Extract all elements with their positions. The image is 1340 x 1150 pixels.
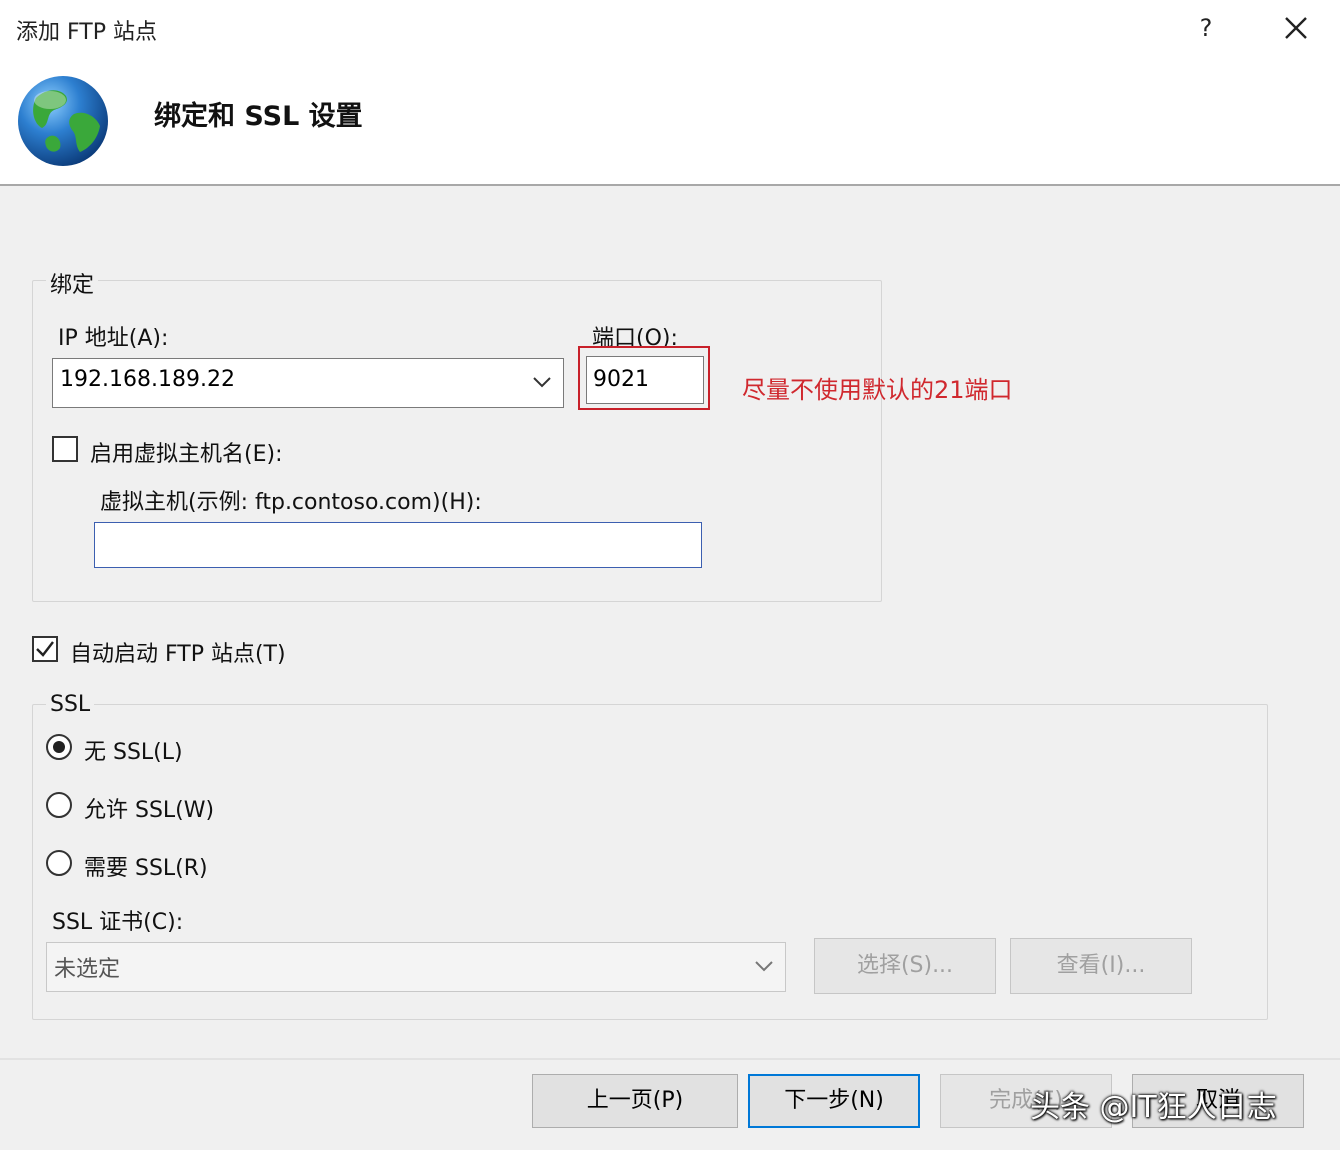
port-value: 9021 xyxy=(593,367,649,392)
checkmark-icon xyxy=(36,641,54,657)
ssl-legend: SSL xyxy=(46,692,95,717)
ssl-cert-label: SSL 证书(C): xyxy=(52,910,184,935)
next-button[interactable]: 下一步(N) xyxy=(748,1074,920,1128)
virtual-host-checkbox[interactable] xyxy=(52,436,78,462)
watermark: 头条 @IT狂人日志 xyxy=(1030,1090,1277,1125)
virtual-host-input[interactable] xyxy=(94,522,702,568)
close-button[interactable] xyxy=(1276,10,1316,46)
port-input[interactable]: 9021 xyxy=(586,356,704,404)
chevron-down-icon xyxy=(755,961,773,972)
prev-button[interactable]: 上一页(P) xyxy=(532,1074,738,1128)
virtual-host-checkbox-label: 启用虚拟主机名(E): xyxy=(90,442,283,467)
ip-address-combo[interactable]: 192.168.189.22 xyxy=(52,358,564,408)
radio-require-ssl[interactable] xyxy=(46,850,72,876)
autostart-checkbox[interactable] xyxy=(32,636,58,662)
autostart-label: 自动启动 FTP 站点(T) xyxy=(70,642,286,667)
radio-no-ssl-label: 无 SSL(L) xyxy=(84,740,183,765)
globe-icon xyxy=(16,74,110,168)
ssl-cert-value: 未选定 xyxy=(54,957,121,982)
virtual-host-label: 虚拟主机(示例: ftp.contoso.com)(H): xyxy=(100,490,482,515)
chevron-down-icon xyxy=(533,377,551,388)
footer-divider xyxy=(0,1058,1340,1060)
view-cert-button[interactable]: 查看(I)... xyxy=(1010,938,1192,994)
select-cert-button[interactable]: 选择(S)... xyxy=(814,938,996,994)
dialog-header xyxy=(0,0,1340,186)
window-title: 添加 FTP 站点 xyxy=(16,20,157,45)
radio-allow-ssl-label: 允许 SSL(W) xyxy=(84,798,215,823)
radio-allow-ssl[interactable] xyxy=(46,792,72,818)
close-icon xyxy=(1285,17,1307,39)
radio-selected-dot xyxy=(53,741,65,753)
ip-address-value: 192.168.189.22 xyxy=(60,367,235,392)
help-button[interactable]: ? xyxy=(1188,10,1224,46)
page-heading: 绑定和 SSL 设置 xyxy=(154,101,363,132)
port-annotation: 尽量不使用默认的21端口 xyxy=(742,376,1013,404)
ip-address-label: IP 地址(A): xyxy=(58,326,169,351)
ssl-cert-combo[interactable]: 未选定 xyxy=(46,942,786,992)
binding-legend: 绑定 xyxy=(46,267,99,299)
radio-require-ssl-label: 需要 SSL(R) xyxy=(84,856,208,881)
radio-no-ssl[interactable] xyxy=(46,734,72,760)
